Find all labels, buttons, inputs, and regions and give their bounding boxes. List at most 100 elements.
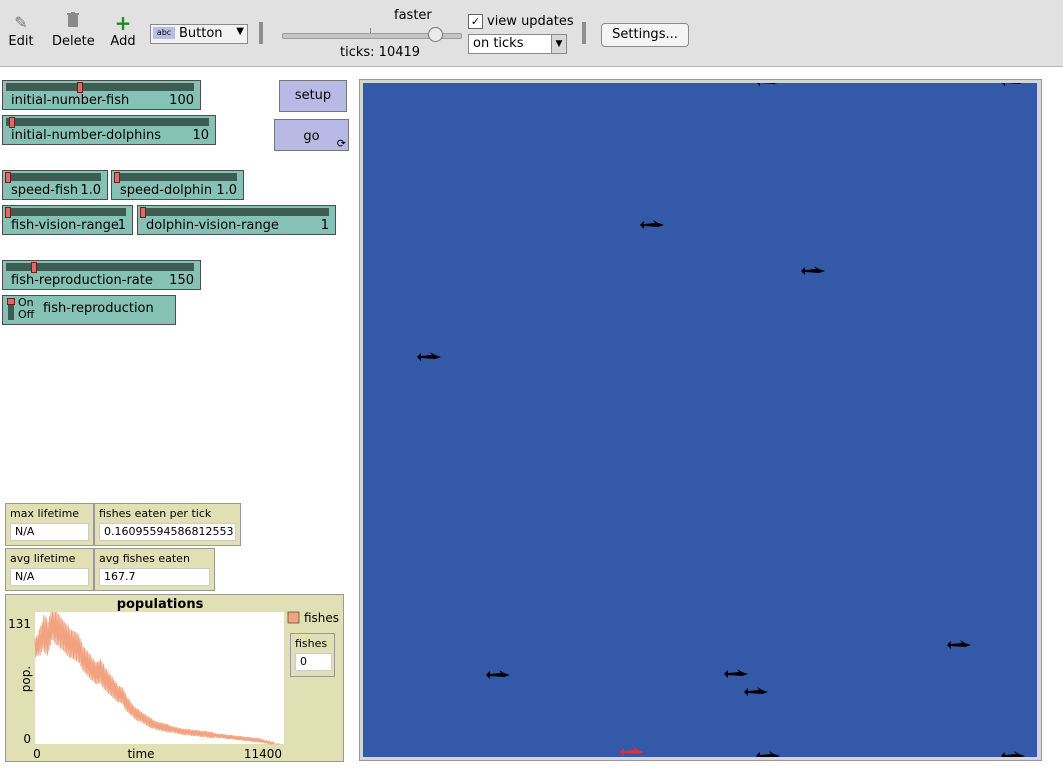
fish-agent — [640, 220, 664, 229]
world-view[interactable] — [363, 83, 1037, 757]
slider-fish-vision-range[interactable]: fish-vision-range 1 — [2, 205, 133, 235]
dropdown-arrow-icon: ▼ — [551, 35, 566, 53]
delete-button[interactable]: Delete — [52, 12, 95, 49]
toolbar: ✎ Edit Delete + Add abc Button ▼ faster … — [0, 0, 1063, 67]
monitor-label: max lifetime — [10, 507, 80, 520]
slider-label: initial-number-fish — [11, 93, 130, 108]
view-updates-label: view updates — [487, 14, 574, 29]
forever-icon: ⟳ — [336, 137, 346, 150]
edit-button[interactable]: ✎ Edit — [8, 12, 34, 49]
speed-slider-center-tick — [370, 28, 371, 33]
slider-label: speed-fish — [11, 183, 79, 198]
slider-label: fish-vision-range — [11, 218, 119, 233]
delete-label: Delete — [52, 34, 95, 49]
slider-track — [115, 173, 237, 181]
slider-knob[interactable] — [5, 172, 11, 183]
monitor-avg-lifetime: avg lifetime N/A — [5, 548, 94, 591]
slider-knob[interactable] — [114, 172, 120, 183]
slider-value: 100 — [169, 93, 194, 108]
switch-label: fish-reproduction — [43, 301, 154, 316]
slider-value: 10 — [192, 128, 209, 143]
widget-type-dropdown[interactable]: abc Button ▼ — [150, 24, 248, 44]
monitor-label: fishes — [295, 637, 328, 650]
fish-agent — [486, 670, 510, 679]
plus-icon: + — [114, 11, 132, 35]
slider-knob[interactable] — [77, 82, 83, 93]
go-button[interactable]: go ⟳ — [274, 119, 349, 151]
widget-type-label: Button — [179, 26, 223, 41]
slider-speed-fish[interactable]: speed-fish 1.0 — [2, 170, 108, 200]
slider-value: 1 — [117, 218, 126, 233]
update-mode-dropdown[interactable]: on ticks ▼ — [468, 34, 567, 54]
fish-agent — [1001, 751, 1025, 757]
view-updates-checkbox[interactable]: ✓ — [468, 14, 483, 29]
monitor-label: avg fishes eaten — [99, 552, 190, 565]
monitor-max-lifetime: max lifetime N/A — [5, 503, 94, 546]
x-axis-max-label: 11400 — [244, 747, 282, 761]
dropdown-arrow-icon: ▼ — [236, 26, 244, 37]
slider-initial-number-fish[interactable]: initial-number-fish 100 — [2, 80, 201, 110]
slider-knob[interactable] — [5, 207, 11, 218]
monitor-label: fishes eaten per tick — [99, 507, 212, 520]
slider-knob[interactable] — [9, 117, 15, 128]
dolphin-agent — [620, 747, 644, 756]
fish-agent — [947, 640, 971, 649]
update-mode-value: on ticks — [473, 36, 524, 51]
plot-title: populations — [117, 597, 204, 612]
monitor-fishes: fishes 0 — [290, 633, 335, 677]
monitor-fishes-eaten-per-tick: fishes eaten per tick 0.1609559458681255… — [94, 503, 241, 546]
x-axis-label: time — [127, 747, 154, 761]
switch-knob[interactable] — [7, 298, 15, 305]
trash-icon — [52, 12, 94, 34]
slider-value: 1.0 — [216, 183, 237, 198]
legend-swatch — [287, 611, 300, 624]
fish-agent — [757, 83, 777, 86]
edit-label: Edit — [8, 34, 34, 49]
speed-slider-knob[interactable] — [428, 27, 443, 42]
fish-agent — [724, 669, 748, 678]
go-label: go — [303, 129, 320, 144]
slider-track — [6, 208, 126, 216]
setup-button[interactable]: setup — [279, 80, 347, 112]
pencil-icon: ✎ — [14, 13, 28, 32]
monitor-value: 167.7 — [99, 568, 210, 586]
slider-fish-reproduction-rate[interactable]: fish-reproduction-rate 150 — [2, 260, 201, 290]
toolbar-divider — [582, 22, 586, 44]
fish-agent — [756, 751, 780, 757]
button-widget-icon: abc — [153, 27, 175, 39]
add-label: Add — [110, 34, 136, 49]
slider-initial-number-dolphins[interactable]: initial-number-dolphins 10 — [2, 115, 216, 145]
fish-agent — [417, 352, 441, 361]
slider-track — [6, 173, 101, 181]
slider-knob[interactable] — [140, 207, 146, 218]
monitor-value: N/A — [10, 568, 89, 586]
toolbar-divider — [259, 22, 263, 44]
fish-agent — [744, 687, 768, 696]
slider-label: dolphin-vision-range — [146, 218, 279, 233]
add-button[interactable]: + Add — [110, 12, 136, 49]
slider-value: 1.0 — [80, 183, 101, 198]
slider-label: speed-dolphin — [120, 183, 213, 198]
populations-plot-canvas: populations 131 0 pop. 0 time 11400 fish… — [8, 597, 339, 761]
slider-track — [6, 83, 194, 91]
speed-label: faster — [394, 8, 432, 23]
slider-value: 150 — [169, 273, 194, 288]
switch-off-label: Off — [18, 308, 35, 321]
y-axis-min-label: 0 — [23, 732, 31, 746]
settings-button[interactable]: Settings... — [601, 23, 689, 47]
monitor-value: 0.16095594586812553 — [99, 523, 236, 541]
fish-agent — [1002, 83, 1022, 86]
fish-agent — [801, 266, 825, 275]
ticks-counter: ticks: 10419 — [340, 45, 421, 60]
legend-label: fishes — [304, 611, 339, 625]
switch-fish-reproduction[interactable]: On Off fish-reproduction — [2, 295, 176, 325]
slider-dolphin-vision-range[interactable]: dolphin-vision-range 1 — [137, 205, 336, 235]
monitor-value: 0 — [295, 653, 332, 671]
slider-label: initial-number-dolphins — [11, 128, 161, 143]
slider-value: 1 — [320, 218, 329, 233]
slider-track — [6, 118, 209, 126]
slider-speed-dolphin[interactable]: speed-dolphin 1.0 — [111, 170, 244, 200]
slider-knob[interactable] — [31, 262, 37, 273]
populations-plot: populations 131 0 pop. 0 time 11400 fish… — [5, 594, 344, 762]
monitor-avg-fishes-eaten: avg fishes eaten 167.7 — [94, 548, 215, 591]
